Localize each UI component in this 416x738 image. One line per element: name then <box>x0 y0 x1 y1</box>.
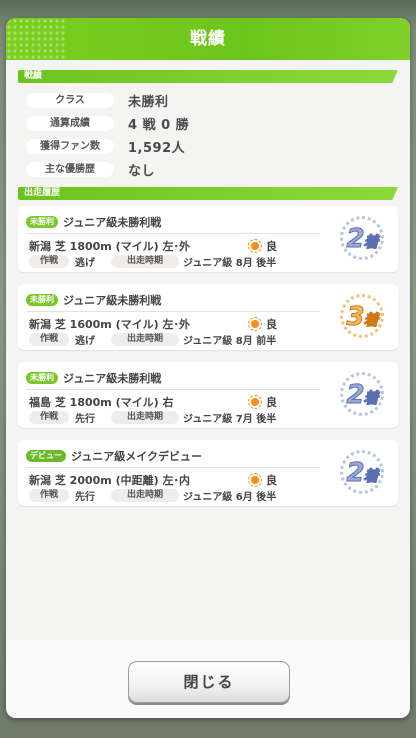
track-condition-value: 良 <box>266 318 277 331</box>
track-condition: 良 <box>248 238 277 254</box>
dialog-title: 戦績 <box>190 29 226 49</box>
dialog-footer: 閉じる <box>6 640 410 718</box>
race-card[interactable]: 未勝利 ジュニア級未勝利戦 新潟 芝 1600m (マイル) 左･外 良 作戦 … <box>18 284 398 350</box>
race-title-row: 未勝利 ジュニア級未勝利戦 <box>26 370 161 386</box>
stat-value: 4 戦 0 勝 <box>128 118 190 133</box>
dialog-header: 戦績 <box>6 18 410 60</box>
close-button[interactable]: 閉じる <box>128 661 290 703</box>
stat-row-wins: 主な優勝歴 なし <box>18 158 410 181</box>
stat-value: 1,592人 <box>128 141 186 156</box>
stats-section-header: 戦績 <box>18 70 398 83</box>
race-meta-row: 作戦 先行 出走時期 ジュニア級 7月 後半 <box>29 410 276 425</box>
track-condition: 良 <box>248 472 277 488</box>
stat-label: クラス <box>26 93 114 108</box>
stat-row-fans: 獲得ファン数 1,592人 <box>18 135 410 158</box>
race-name: ジュニア級未勝利戦 <box>63 294 162 307</box>
timing-value: ジュニア級 7月 後半 <box>183 414 277 425</box>
race-grade-tag: 未勝利 <box>26 372 58 384</box>
divider <box>26 233 320 234</box>
divider <box>26 389 320 390</box>
race-name: ジュニア級メイクデビュー <box>71 450 203 463</box>
race-name: ジュニア級未勝利戦 <box>63 372 162 385</box>
track-condition: 良 <box>248 316 277 332</box>
timing-value: ジュニア級 6月 後半 <box>183 492 277 503</box>
race-meta-row: 作戦 逃げ 出走時期 ジュニア級 8月 前半 <box>29 332 276 347</box>
race-course: 新潟 芝 2000m (中距離) 左･内 <box>29 474 190 487</box>
history-section-header: 出走履歴 <box>18 187 398 200</box>
timing-label: 出走時期 <box>111 411 179 424</box>
stat-row-class: クラス 未勝利 <box>18 89 410 112</box>
placement-suffix: 着 <box>363 311 379 330</box>
sun-icon <box>248 239 262 253</box>
race-card[interactable]: 未勝利 ジュニア級未勝利戦 新潟 芝 1800m (マイル) 左･外 良 作戦 … <box>18 206 398 272</box>
stats-section-label: 戦績 <box>24 71 43 81</box>
timing-label: 出走時期 <box>111 255 179 268</box>
stat-label: 獲得ファン数 <box>26 139 114 154</box>
divider <box>26 467 320 468</box>
stat-row-record: 通算成績 4 戦 0 勝 <box>18 112 410 135</box>
placement-number: 2 <box>346 458 365 489</box>
race-card[interactable]: 未勝利 ジュニア級未勝利戦 福島 芝 1800m (マイル) 右 良 作戦 先行… <box>18 362 398 428</box>
race-card[interactable]: デビュー ジュニア級メイクデビュー 新潟 芝 2000m (中距離) 左･内 良… <box>18 440 398 506</box>
race-title-row: 未勝利 ジュニア級未勝利戦 <box>26 292 161 308</box>
stat-value: なし <box>128 164 156 179</box>
placement-number: 2 <box>346 224 365 255</box>
strategy-value: 逃げ <box>75 336 95 347</box>
race-grade-tag: デビュー <box>26 450 66 462</box>
placement-suffix: 着 <box>363 467 379 486</box>
placement-suffix: 着 <box>363 389 379 408</box>
sun-icon <box>248 317 262 331</box>
race-record-dialog: 戦績 戦績 クラス 未勝利 通算成績 4 戦 0 勝 獲得ファン数 1,592人… <box>6 18 410 718</box>
track-condition-value: 良 <box>266 240 277 253</box>
divider <box>26 311 320 312</box>
race-course: 福島 芝 1800m (マイル) 右 <box>29 396 174 409</box>
timing-value: ジュニア級 8月 後半 <box>183 258 277 269</box>
placement-badge: 2着 <box>334 446 390 502</box>
race-meta-row: 作戦 先行 出走時期 ジュニア級 6月 後半 <box>29 488 276 503</box>
track-condition-value: 良 <box>266 474 277 487</box>
strategy-label: 作戦 <box>29 489 69 502</box>
race-meta-row: 作戦 逃げ 出走時期 ジュニア級 8月 後半 <box>29 254 276 269</box>
stat-value: 未勝利 <box>128 95 169 110</box>
placement-badge: 2着 <box>334 368 390 424</box>
race-course: 新潟 芝 1600m (マイル) 左･外 <box>29 318 190 331</box>
placement-number: 2 <box>346 380 365 411</box>
race-history-list: 未勝利 ジュニア級未勝利戦 新潟 芝 1800m (マイル) 左･外 良 作戦 … <box>18 206 398 506</box>
track-condition-value: 良 <box>266 396 277 409</box>
stat-label: 主な優勝歴 <box>26 162 114 177</box>
placement-badge: 3着 <box>334 290 390 346</box>
placement-number: 3 <box>346 302 365 333</box>
placement-text: 2着 <box>334 224 390 255</box>
placement-badge: 2着 <box>334 212 390 268</box>
strategy-label: 作戦 <box>29 333 69 346</box>
placement-text: 3着 <box>334 302 390 333</box>
sun-icon <box>248 473 262 487</box>
track-condition: 良 <box>248 394 277 410</box>
strategy-value: 先行 <box>75 492 95 503</box>
race-name: ジュニア級未勝利戦 <box>63 216 162 229</box>
timing-label: 出走時期 <box>111 333 179 346</box>
race-grade-tag: 未勝利 <box>26 294 58 306</box>
history-section-label: 出走履歴 <box>24 188 61 198</box>
header-dot-pattern <box>6 18 66 60</box>
stat-label: 通算成績 <box>26 116 114 131</box>
strategy-label: 作戦 <box>29 255 69 268</box>
race-course: 新潟 芝 1800m (マイル) 左･外 <box>29 240 190 253</box>
strategy-label: 作戦 <box>29 411 69 424</box>
strategy-value: 先行 <box>75 414 95 425</box>
stats-list: クラス 未勝利 通算成績 4 戦 0 勝 獲得ファン数 1,592人 主な優勝歴… <box>18 89 410 181</box>
sun-icon <box>248 395 262 409</box>
timing-value: ジュニア級 8月 前半 <box>183 336 277 347</box>
race-grade-tag: 未勝利 <box>26 216 58 228</box>
strategy-value: 逃げ <box>75 258 95 269</box>
race-title-row: デビュー ジュニア級メイクデビュー <box>26 448 202 464</box>
timing-label: 出走時期 <box>111 489 179 502</box>
placement-suffix: 着 <box>363 233 379 252</box>
placement-text: 2着 <box>334 458 390 489</box>
placement-text: 2着 <box>334 380 390 411</box>
race-title-row: 未勝利 ジュニア級未勝利戦 <box>26 214 161 230</box>
